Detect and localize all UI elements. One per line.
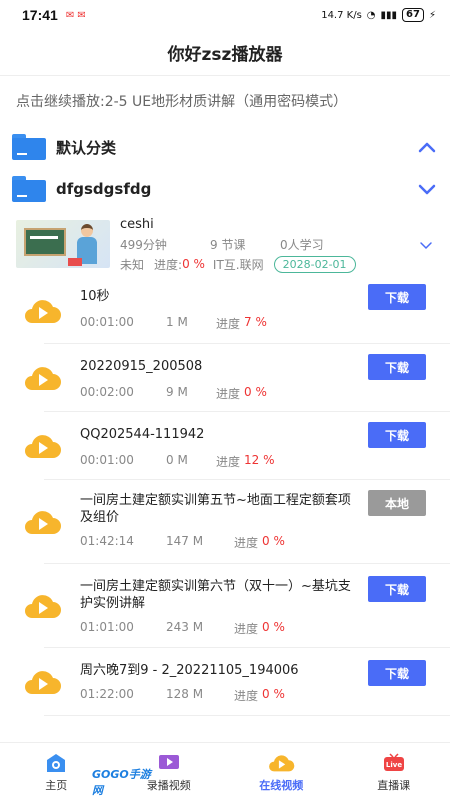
signal-icon: ▮▮▮ bbox=[380, 9, 398, 21]
lesson-duration: 01:42:14 bbox=[80, 534, 134, 548]
chevron-up-icon[interactable] bbox=[418, 139, 436, 155]
battery-icon: 67 bbox=[402, 8, 424, 22]
watermark-logo: GOGO手游网 bbox=[92, 768, 151, 797]
lesson-progress: 12 % bbox=[244, 453, 275, 467]
course-card[interactable]: ceshi 499分钟 9 节课 0人学习 未知 进度: 0 % IT互.联网 … bbox=[0, 214, 450, 278]
home-icon bbox=[45, 751, 67, 775]
download-button[interactable]: 下载 bbox=[368, 576, 426, 602]
lesson-title: 周六晚7到9 - 2_20221105_194006 bbox=[80, 663, 299, 678]
course-minutes: 499分钟 bbox=[120, 237, 167, 252]
cloud-play-icon bbox=[25, 299, 61, 323]
course-org: IT互.联网 bbox=[212, 257, 264, 272]
lesson-progress: 0 % bbox=[244, 385, 267, 399]
lesson-title: 一间房土建定额实训第五节~地面工程定额套项及组价 bbox=[80, 493, 351, 525]
course-lessons-count: 9 节课 bbox=[210, 237, 246, 252]
lesson-progress: 0 % bbox=[262, 620, 285, 634]
tab-label: 在线视频 bbox=[259, 778, 304, 792]
category-default[interactable]: 默认分类 bbox=[0, 126, 450, 168]
status-bar: 17:41 ✉ ✉ 14.7 K/s ◔ ▮▮▮ 67 ⚡ bbox=[0, 0, 450, 30]
local-button[interactable]: 本地 bbox=[368, 490, 426, 516]
lesson-size: 243 M bbox=[166, 620, 204, 634]
tab-live[interactable]: Live 直播课 bbox=[338, 743, 450, 800]
chevron-down-icon[interactable] bbox=[418, 181, 436, 197]
lesson-item[interactable]: 一间房土建定额实训第六节（双十一）~基坑支护实例讲解 01:01:00 243 … bbox=[25, 564, 450, 648]
wifi-icon: ◔ bbox=[366, 9, 376, 21]
download-button[interactable]: 下载 bbox=[368, 354, 426, 380]
cloud-play-icon bbox=[25, 434, 61, 458]
live-icon: Live bbox=[382, 751, 406, 775]
download-button[interactable]: 下载 bbox=[368, 660, 426, 686]
tab-online-video[interactable]: 在线视频 bbox=[225, 743, 338, 800]
course-info: ceshi 499分钟 9 节课 0人学习 未知 进度: 0 % IT互.联网 … bbox=[110, 214, 416, 278]
lesson-size: 9 M bbox=[166, 385, 188, 399]
lesson-title: 10秒 bbox=[80, 289, 110, 304]
folder-icon bbox=[12, 176, 46, 202]
lesson-progress-label: 进度 bbox=[216, 387, 241, 401]
course-date-badge: 2028-02-01 bbox=[273, 255, 356, 273]
category-dfgsdgsfdg[interactable]: dfgsdgsfdg bbox=[0, 168, 450, 210]
lesson-item[interactable]: 10秒 00:01:00 1 M 进度 7 % 下载 bbox=[25, 278, 450, 344]
lesson-progress-label: 进度 bbox=[234, 536, 259, 550]
lesson-size: 0 M bbox=[166, 453, 188, 467]
lesson-duration: 00:02:00 bbox=[80, 385, 134, 399]
lesson-size: 147 M bbox=[166, 534, 204, 548]
lesson-title: 20220915_200508 bbox=[80, 359, 203, 374]
folder-icon bbox=[12, 134, 46, 160]
lesson-progress: 7 % bbox=[244, 315, 267, 329]
charging-icon: ⚡ bbox=[428, 9, 436, 21]
lesson-duration: 00:01:00 bbox=[80, 315, 134, 329]
category-label: dfgsdgsfdg bbox=[56, 180, 152, 198]
tab-label: 主页 bbox=[45, 778, 68, 792]
lesson-duration: 01:01:00 bbox=[80, 620, 134, 634]
network-speed: 14.7 K/s bbox=[321, 9, 362, 21]
course-progress-value: 0 % bbox=[182, 257, 205, 271]
cloud-play-icon bbox=[267, 751, 295, 775]
category-label: 默认分类 bbox=[56, 138, 117, 157]
cloud-play-icon bbox=[25, 670, 61, 694]
cloud-play-icon bbox=[25, 366, 61, 390]
lesson-progress-label: 进度 bbox=[216, 455, 241, 469]
lesson-duration: 01:22:00 bbox=[80, 687, 134, 701]
course-learners: 0人学习 bbox=[280, 237, 324, 252]
lesson-progress-label: 进度 bbox=[234, 622, 259, 636]
lesson-list: 10秒 00:01:00 1 M 进度 7 % 下载 20220915_2005… bbox=[0, 278, 450, 716]
lesson-item[interactable]: QQ202544-111942 00:01:00 0 M 进度 12 % 下载 bbox=[25, 412, 450, 480]
tab-label: 直播课 bbox=[377, 778, 411, 792]
lesson-progress-label: 进度 bbox=[234, 689, 259, 703]
video-icon bbox=[157, 751, 181, 775]
course-name: ceshi bbox=[120, 216, 154, 232]
status-right: 14.7 K/s ◔ ▮▮▮ 67 ⚡ bbox=[321, 8, 436, 22]
notification-icon: ✉ ✉ bbox=[65, 9, 86, 21]
lesson-title: 一间房土建定额实训第六节（双十一）~基坑支护实例讲解 bbox=[80, 579, 351, 611]
lesson-progress-label: 进度 bbox=[216, 317, 241, 331]
chevron-down-icon[interactable] bbox=[416, 214, 436, 278]
download-button[interactable]: 下载 bbox=[368, 284, 426, 310]
lesson-progress: 0 % bbox=[262, 687, 285, 701]
lesson-title: QQ202544-111942 bbox=[80, 427, 205, 442]
bottom-tab-bar: 主页 录播视频 在线视频 Live 直播课 GOGO手游网 bbox=[0, 742, 450, 800]
cloud-play-icon bbox=[25, 510, 61, 534]
lesson-size: 128 M bbox=[166, 687, 204, 701]
lesson-progress: 0 % bbox=[262, 534, 285, 548]
course-progress-label: 进度: bbox=[154, 257, 183, 272]
page-title: 你好zsz播放器 bbox=[0, 30, 450, 76]
lesson-item[interactable]: 一间房土建定额实训第五节~地面工程定额套项及组价 01:42:14 147 M … bbox=[25, 480, 450, 564]
lesson-duration: 00:01:00 bbox=[80, 453, 134, 467]
lesson-size: 1 M bbox=[166, 315, 188, 329]
status-time: 17:41 bbox=[22, 7, 58, 23]
lesson-item[interactable]: 20220915_200508 00:02:00 9 M 进度 0 % 下载 bbox=[25, 344, 450, 412]
lesson-item[interactable]: 周六晚7到9 - 2_20221105_194006 01:22:00 128 … bbox=[25, 648, 450, 716]
course-status: 未知 bbox=[120, 257, 145, 272]
download-button[interactable]: 下载 bbox=[368, 422, 426, 448]
svg-text:Live: Live bbox=[386, 761, 402, 769]
cloud-play-icon bbox=[25, 594, 61, 618]
course-thumbnail bbox=[16, 220, 110, 268]
continue-play-link[interactable]: 点击继续播放:2-5 UE地形材质讲解（通用密码模式） bbox=[0, 76, 450, 126]
